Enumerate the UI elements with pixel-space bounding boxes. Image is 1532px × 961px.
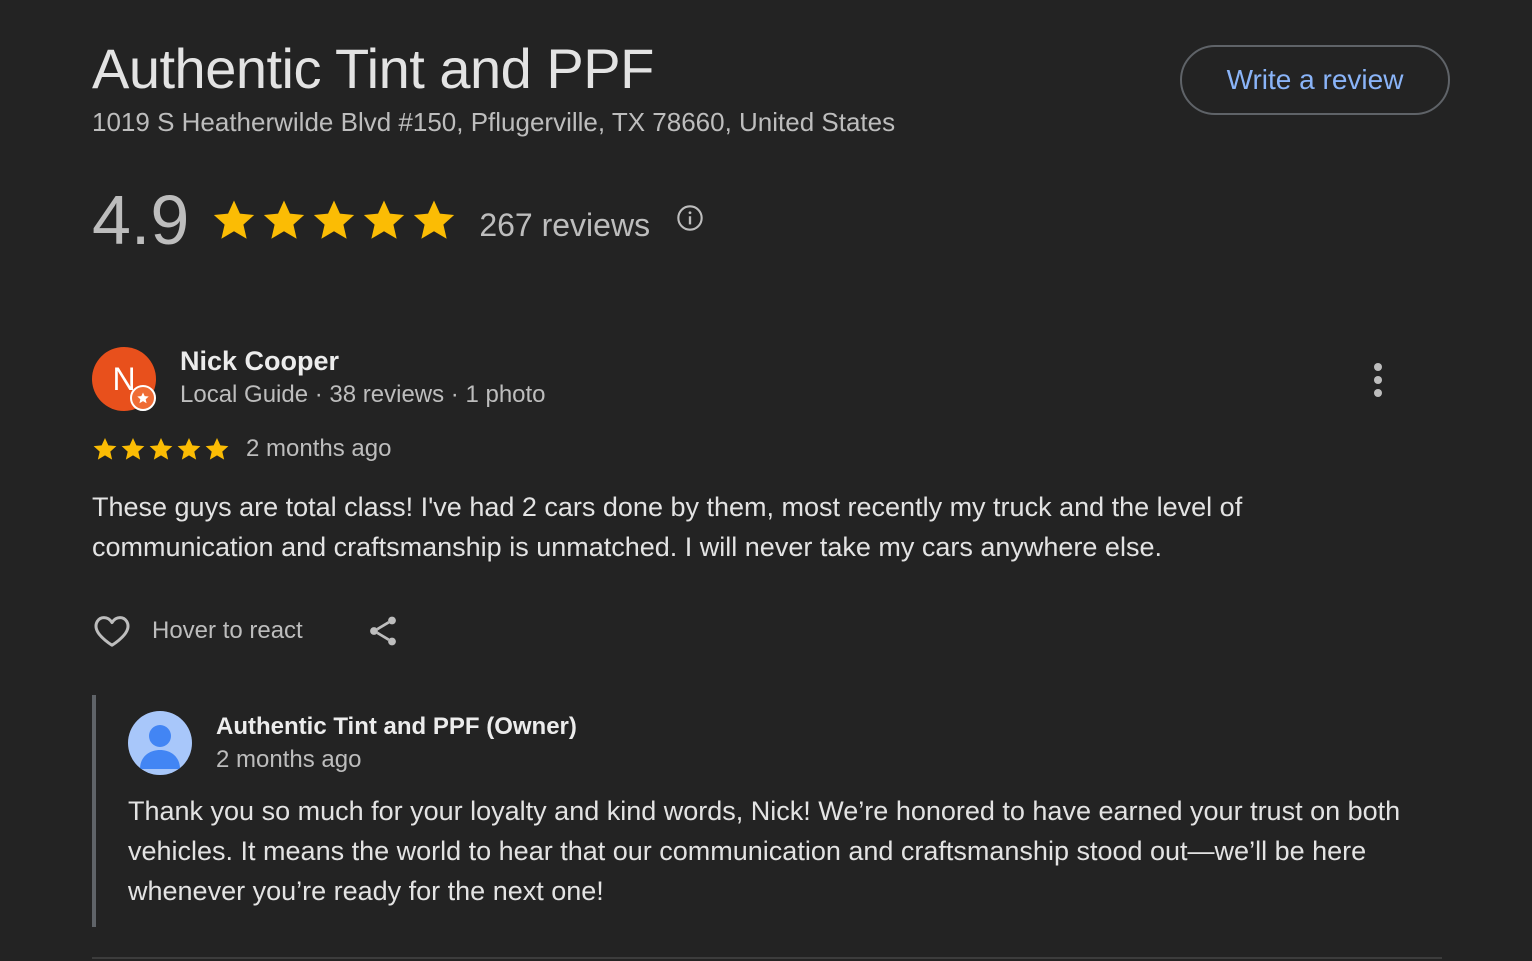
rating-stars — [211, 197, 457, 243]
owner-name: Authentic Tint and PPF (Owner) — [216, 713, 577, 740]
review-rating-row: 2 months ago — [92, 432, 391, 466]
star-icon — [121, 437, 145, 460]
rating-summary: 4.9 267 reviews — [92, 180, 704, 260]
owner-reply-time: 2 months ago — [216, 746, 362, 773]
review-actions: Hover to react — [92, 608, 401, 654]
star-icon — [414, 200, 455, 239]
star-icon — [264, 200, 305, 239]
more-options-button[interactable] — [1362, 358, 1394, 402]
star-icon — [314, 200, 355, 239]
star-icon — [205, 437, 229, 460]
share-button[interactable] — [365, 613, 401, 649]
local-guide-badge-icon — [130, 385, 156, 411]
owner-reply: Authentic Tint and PPF (Owner) 2 months … — [92, 695, 1416, 927]
star-icon — [149, 437, 173, 460]
review-text: These guys are total class! I've had 2 c… — [92, 492, 1243, 562]
more-vert-icon — [1374, 363, 1382, 397]
business-address: 1019 S Heatherwilde Blvd #150, Pflugervi… — [92, 107, 896, 137]
star-icon — [93, 437, 117, 460]
react-label: Hover to react — [152, 617, 303, 644]
heart-outline-icon — [94, 616, 130, 647]
divider — [92, 957, 1442, 959]
review-count: 267 reviews — [479, 206, 651, 243]
share-icon — [369, 616, 396, 646]
rating-value: 4.9 — [92, 181, 190, 259]
info-icon[interactable] — [676, 204, 704, 232]
reviewer-meta: Local Guide · 38 reviews · 1 photo — [180, 381, 546, 408]
write-review-button[interactable]: Write a review — [1180, 45, 1450, 115]
owner-avatar — [128, 711, 192, 775]
react-button[interactable]: Hover to react — [92, 611, 303, 651]
person-icon — [140, 725, 180, 769]
business-name: Authentic Tint and PPF — [92, 37, 654, 100]
star-icon — [364, 200, 405, 239]
star-icon — [177, 437, 201, 460]
review-stars — [92, 436, 230, 462]
reviews-panel: Authentic Tint and PPF 1019 S Heatherwil… — [0, 0, 1532, 961]
owner-reply-text: Thank you so much for your loyalty and k… — [128, 796, 1401, 906]
star-icon — [214, 200, 255, 239]
review-time: 2 months ago — [246, 435, 392, 462]
reviewer-name[interactable]: Nick Cooper — [180, 346, 339, 377]
